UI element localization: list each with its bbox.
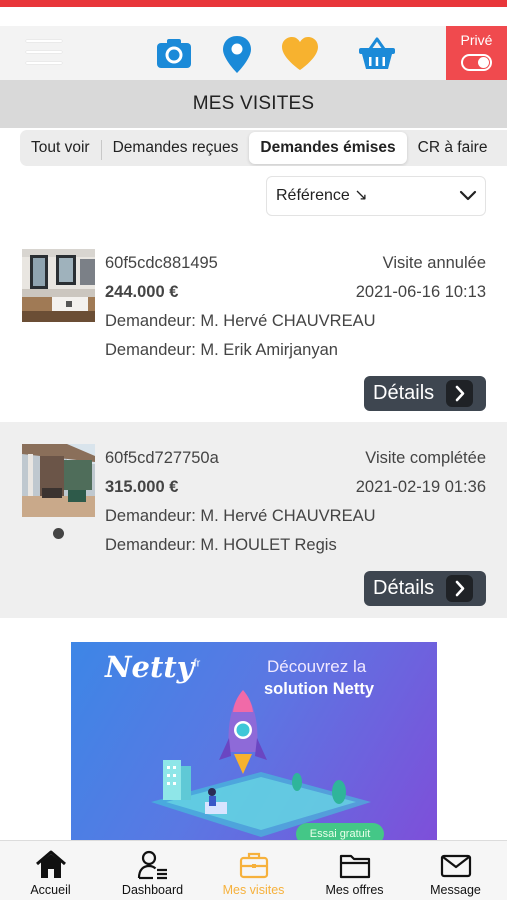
basket-icon[interactable] bbox=[357, 34, 397, 74]
nav-item-accueil[interactable]: Accueil bbox=[0, 841, 101, 900]
visit-price: 244.000 € bbox=[105, 283, 179, 301]
photo-pagination-dot[interactable] bbox=[53, 528, 64, 539]
visit-requester: Demandeur: M. Hervé CHAUVREAU bbox=[105, 312, 376, 330]
visit-requester: Demandeur: M. Erik Amirjanyan bbox=[105, 341, 338, 359]
visit-requester: Demandeur: M. Hervé CHAUVREAU bbox=[105, 507, 376, 525]
details-button[interactable]: Détails bbox=[364, 376, 486, 411]
nav-item-mes-offres[interactable]: Mes offres bbox=[304, 841, 405, 900]
details-button[interactable]: Détails bbox=[364, 571, 486, 606]
heart-icon[interactable] bbox=[280, 34, 320, 74]
toggle-switch[interactable] bbox=[461, 54, 492, 71]
nav-label: Mes offres bbox=[325, 883, 384, 897]
visit-datetime: 2021-06-16 10:13 bbox=[355, 283, 486, 301]
page-title: MES VISITES bbox=[0, 80, 507, 128]
status-bar-accent bbox=[0, 0, 507, 7]
visit-datetime: 2021-02-19 01:36 bbox=[355, 478, 486, 496]
nav-label: Accueil bbox=[30, 883, 71, 897]
folder-icon bbox=[339, 854, 370, 879]
visit-card: 60f5cdc881495 Visite annulée 244.000 € 2… bbox=[0, 226, 507, 422]
tab-cr-a-faire[interactable]: CR à faire bbox=[407, 132, 499, 164]
visit-reference: 60f5cdc881495 bbox=[105, 254, 218, 272]
chevron-right-icon bbox=[446, 380, 473, 407]
property-photo[interactable] bbox=[22, 249, 95, 322]
visit-reference: 60f5cd727750a bbox=[105, 449, 219, 467]
private-mode-toggle[interactable]: Privé bbox=[446, 26, 507, 80]
camera-icon[interactable] bbox=[154, 34, 194, 74]
details-button-label: Détails bbox=[373, 382, 435, 404]
visit-status: Visite complétée bbox=[365, 449, 486, 467]
nav-item-message[interactable]: Message bbox=[405, 841, 506, 900]
details-button-label: Détails bbox=[373, 577, 435, 599]
private-mode-label: Privé bbox=[460, 32, 493, 48]
tab-demandes-emises[interactable]: Demandes émises bbox=[249, 132, 407, 164]
menu-icon[interactable] bbox=[26, 40, 62, 66]
visit-card: 60f5cd727750a Visite complétée 315.000 €… bbox=[0, 422, 507, 618]
user-list-icon bbox=[137, 850, 167, 880]
bottom-navigation: Accueil Dashboard Mes visites Mes offres bbox=[0, 840, 507, 900]
nav-label: Message bbox=[430, 883, 481, 897]
tab-bar: Tout voir Demandes reçues Demandes émises C… bbox=[20, 130, 507, 166]
home-icon bbox=[35, 850, 66, 878]
property-photo[interactable] bbox=[22, 444, 95, 517]
nav-label: Dashboard bbox=[121, 883, 184, 897]
envelope-icon bbox=[440, 854, 471, 878]
trial-button[interactable]: Essai gratuit bbox=[296, 823, 384, 840]
sort-select-value: Référence ↘ bbox=[276, 187, 368, 204]
briefcase-icon bbox=[239, 852, 268, 879]
visit-price: 315.000 € bbox=[105, 478, 179, 496]
tab-demandes-recues[interactable]: Demandes reçues bbox=[102, 132, 250, 164]
visit-status: Visite annulée bbox=[382, 254, 486, 272]
visit-requester: Demandeur: M. HOULET Regis bbox=[105, 536, 337, 554]
chevron-right-icon bbox=[446, 575, 473, 602]
map-pin-icon[interactable] bbox=[217, 34, 257, 74]
nav-item-mes-visites[interactable]: Mes visites bbox=[203, 841, 304, 900]
chevron-down-icon bbox=[459, 190, 477, 201]
sort-select[interactable]: Référence ↘ bbox=[266, 176, 486, 216]
promo-banner[interactable]: Nettyfr Découvrez la solution Netty Essa… bbox=[71, 642, 437, 840]
top-bar: Privé bbox=[0, 26, 507, 80]
tab-tout-voir[interactable]: Tout voir bbox=[20, 132, 101, 164]
nav-item-dashboard[interactable]: Dashboard bbox=[102, 841, 203, 900]
nav-label: Mes visites bbox=[222, 883, 285, 897]
rocket-illustration bbox=[151, 690, 371, 837]
